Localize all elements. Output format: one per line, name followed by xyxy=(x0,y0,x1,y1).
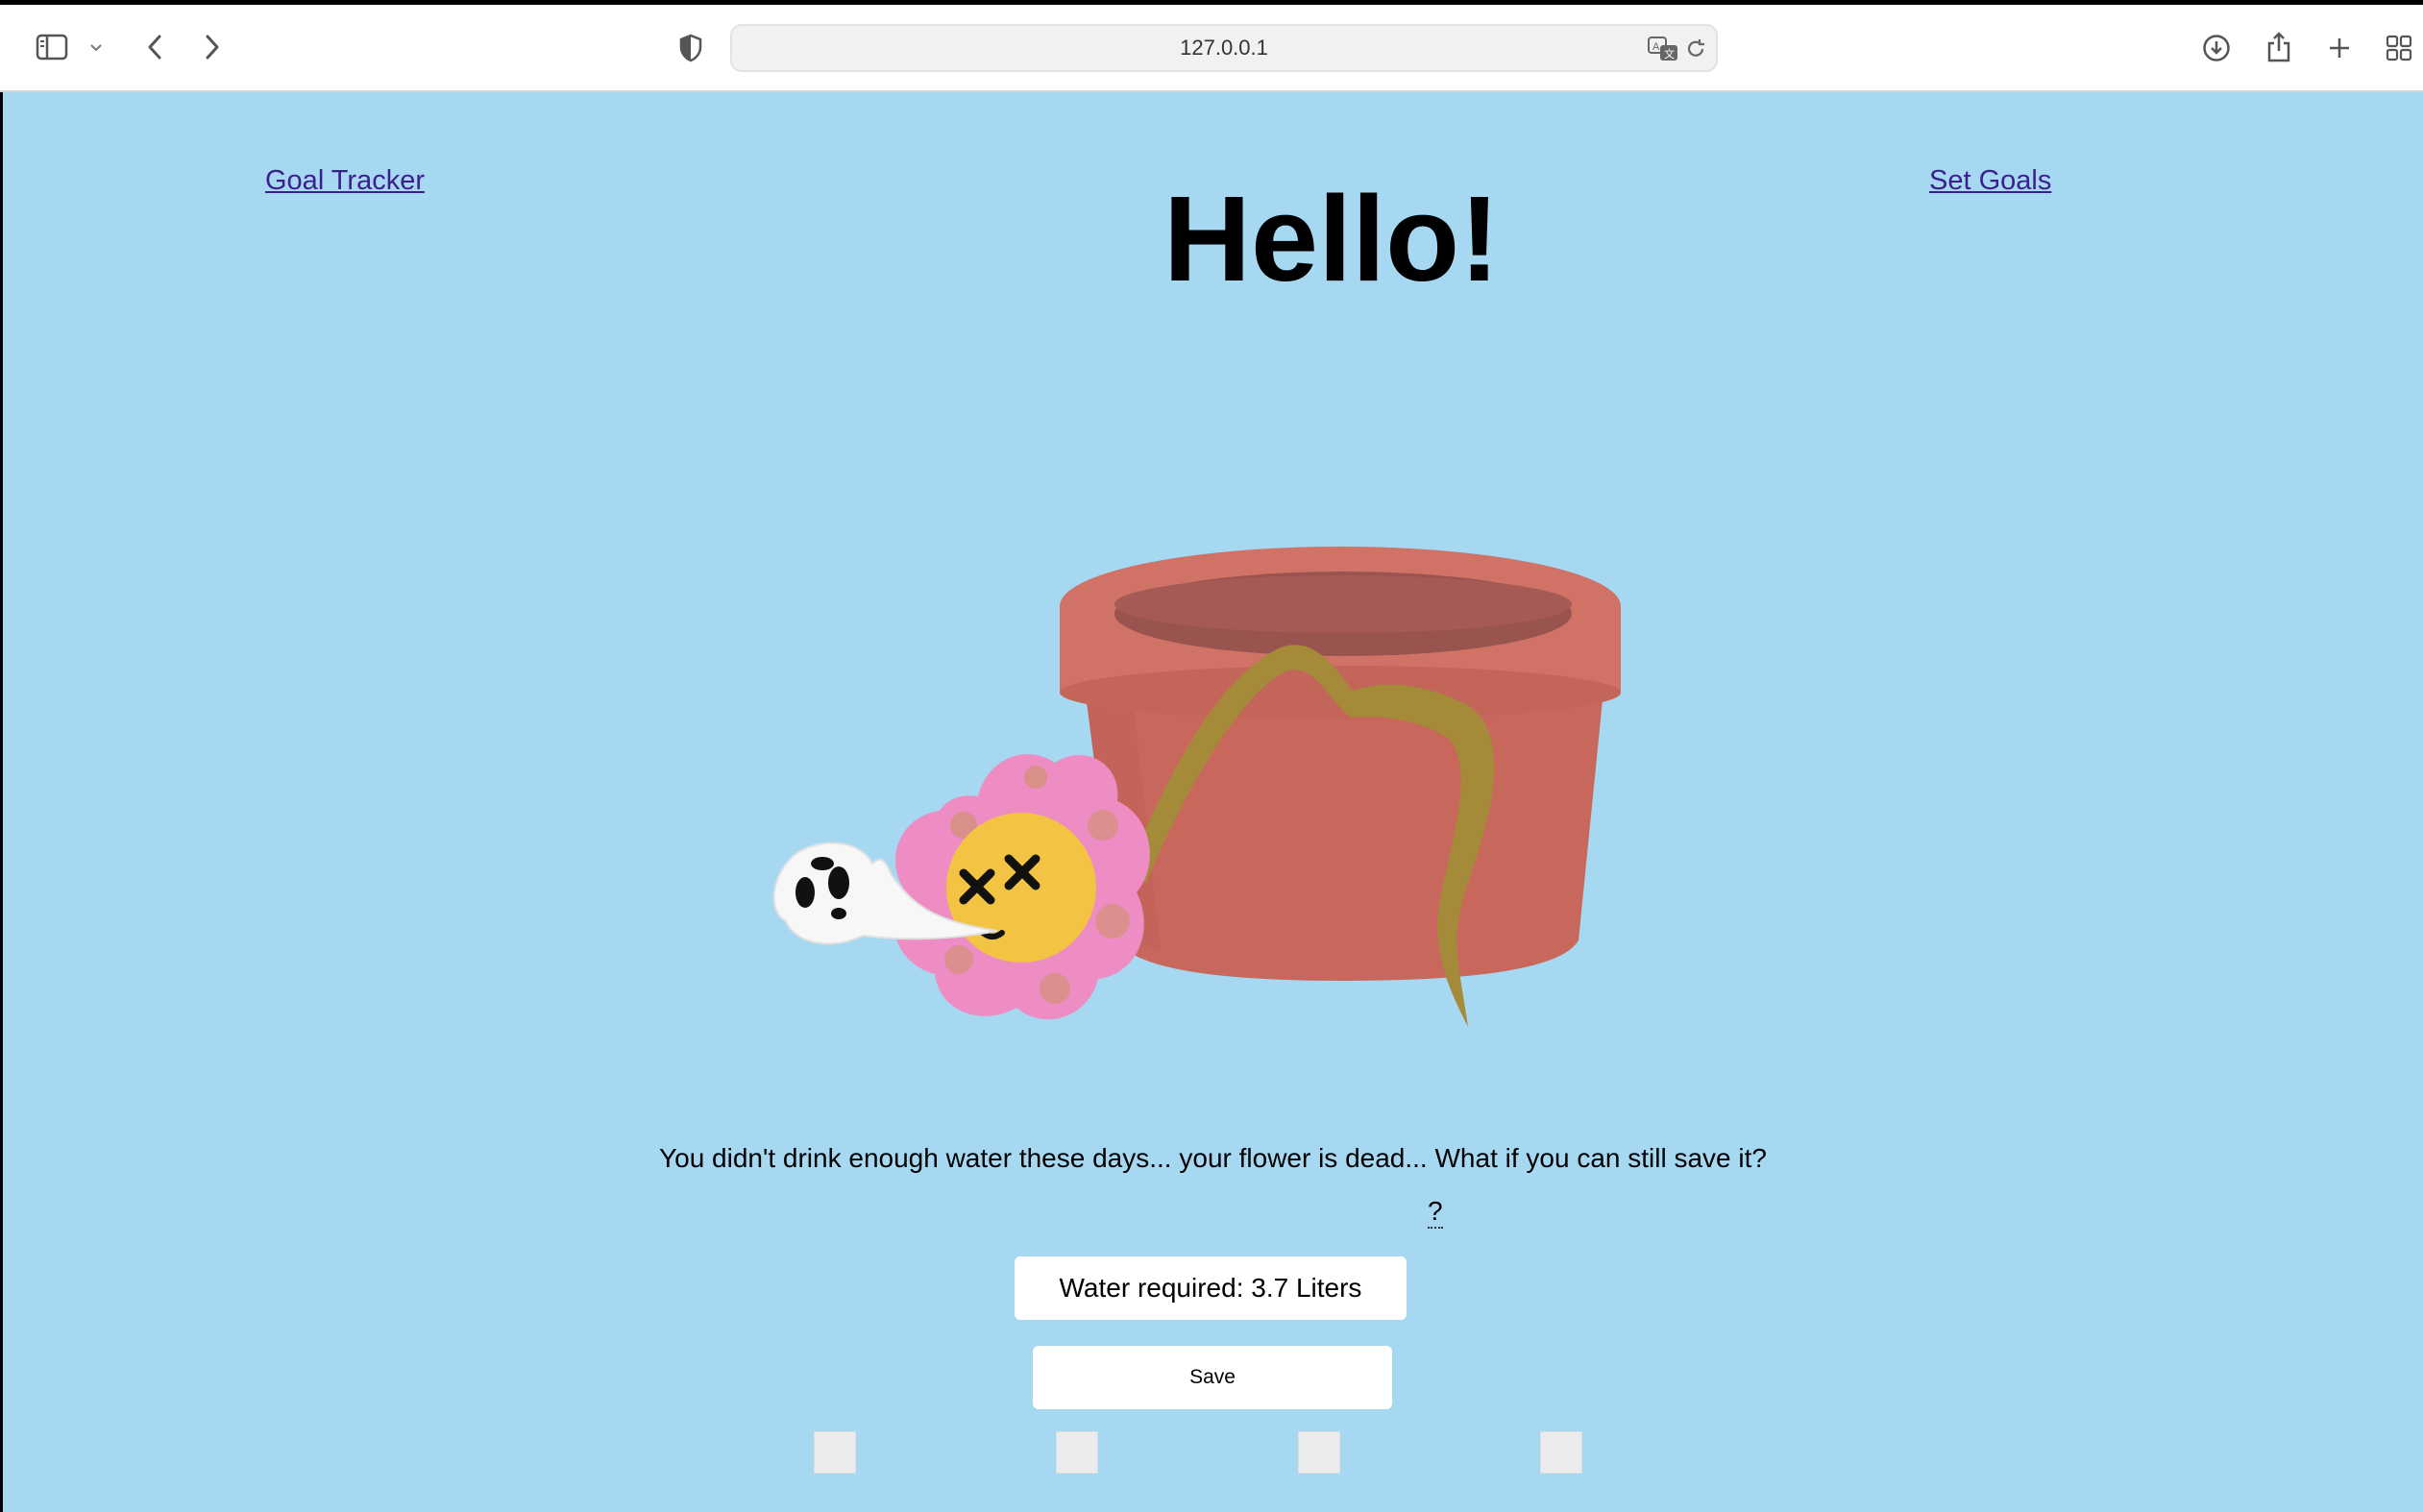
shield-icon[interactable] xyxy=(676,32,705,64)
new-tab-icon[interactable] xyxy=(2325,34,2354,62)
svg-text:文: 文 xyxy=(1664,47,1675,61)
share-icon[interactable] xyxy=(2264,30,2294,64)
address-bar[interactable]: 127.0.0.1 A文 xyxy=(730,24,1718,72)
help-tooltip-trigger[interactable]: ? xyxy=(1428,1196,1443,1229)
svg-text:A: A xyxy=(1652,41,1660,53)
flower-pot-icon xyxy=(1060,547,1621,981)
download-icon[interactable] xyxy=(2200,32,2233,64)
goal-tracker-link[interactable]: Goal Tracker xyxy=(265,165,425,197)
progress-day-box[interactable] xyxy=(1056,1431,1098,1474)
reload-icon[interactable] xyxy=(1683,37,1708,61)
chevron-down-icon[interactable] xyxy=(86,39,106,57)
wilted-flower-icon xyxy=(893,754,1150,1020)
progress-day-box[interactable] xyxy=(1540,1431,1582,1474)
page-content: Goal Tracker Set Goals Hello! You didn't… xyxy=(3,92,2423,1512)
url-text[interactable]: 127.0.0.1 xyxy=(732,26,1716,70)
tab-overview-icon[interactable] xyxy=(2385,34,2413,62)
forward-icon[interactable] xyxy=(198,32,227,62)
page-title: Hello! xyxy=(1163,171,1501,306)
dead-flower-illustration xyxy=(757,537,1622,1137)
progress-day-box[interactable] xyxy=(814,1431,856,1474)
status-message: You didn't drink enough water these days… xyxy=(659,1143,1767,1173)
back-icon[interactable] xyxy=(140,32,169,62)
sidebar-icon[interactable] xyxy=(35,32,69,62)
progress-day-box[interactable] xyxy=(1298,1431,1340,1474)
water-required-display: Water required: 3.7 Liters xyxy=(1015,1256,1407,1320)
set-goals-link[interactable]: Set Goals xyxy=(1929,165,2051,197)
browser-toolbar: 127.0.0.1 A文 xyxy=(0,5,2423,92)
save-button[interactable]: Save xyxy=(1033,1346,1392,1409)
translate-icon[interactable]: A文 xyxy=(1647,36,1679,62)
